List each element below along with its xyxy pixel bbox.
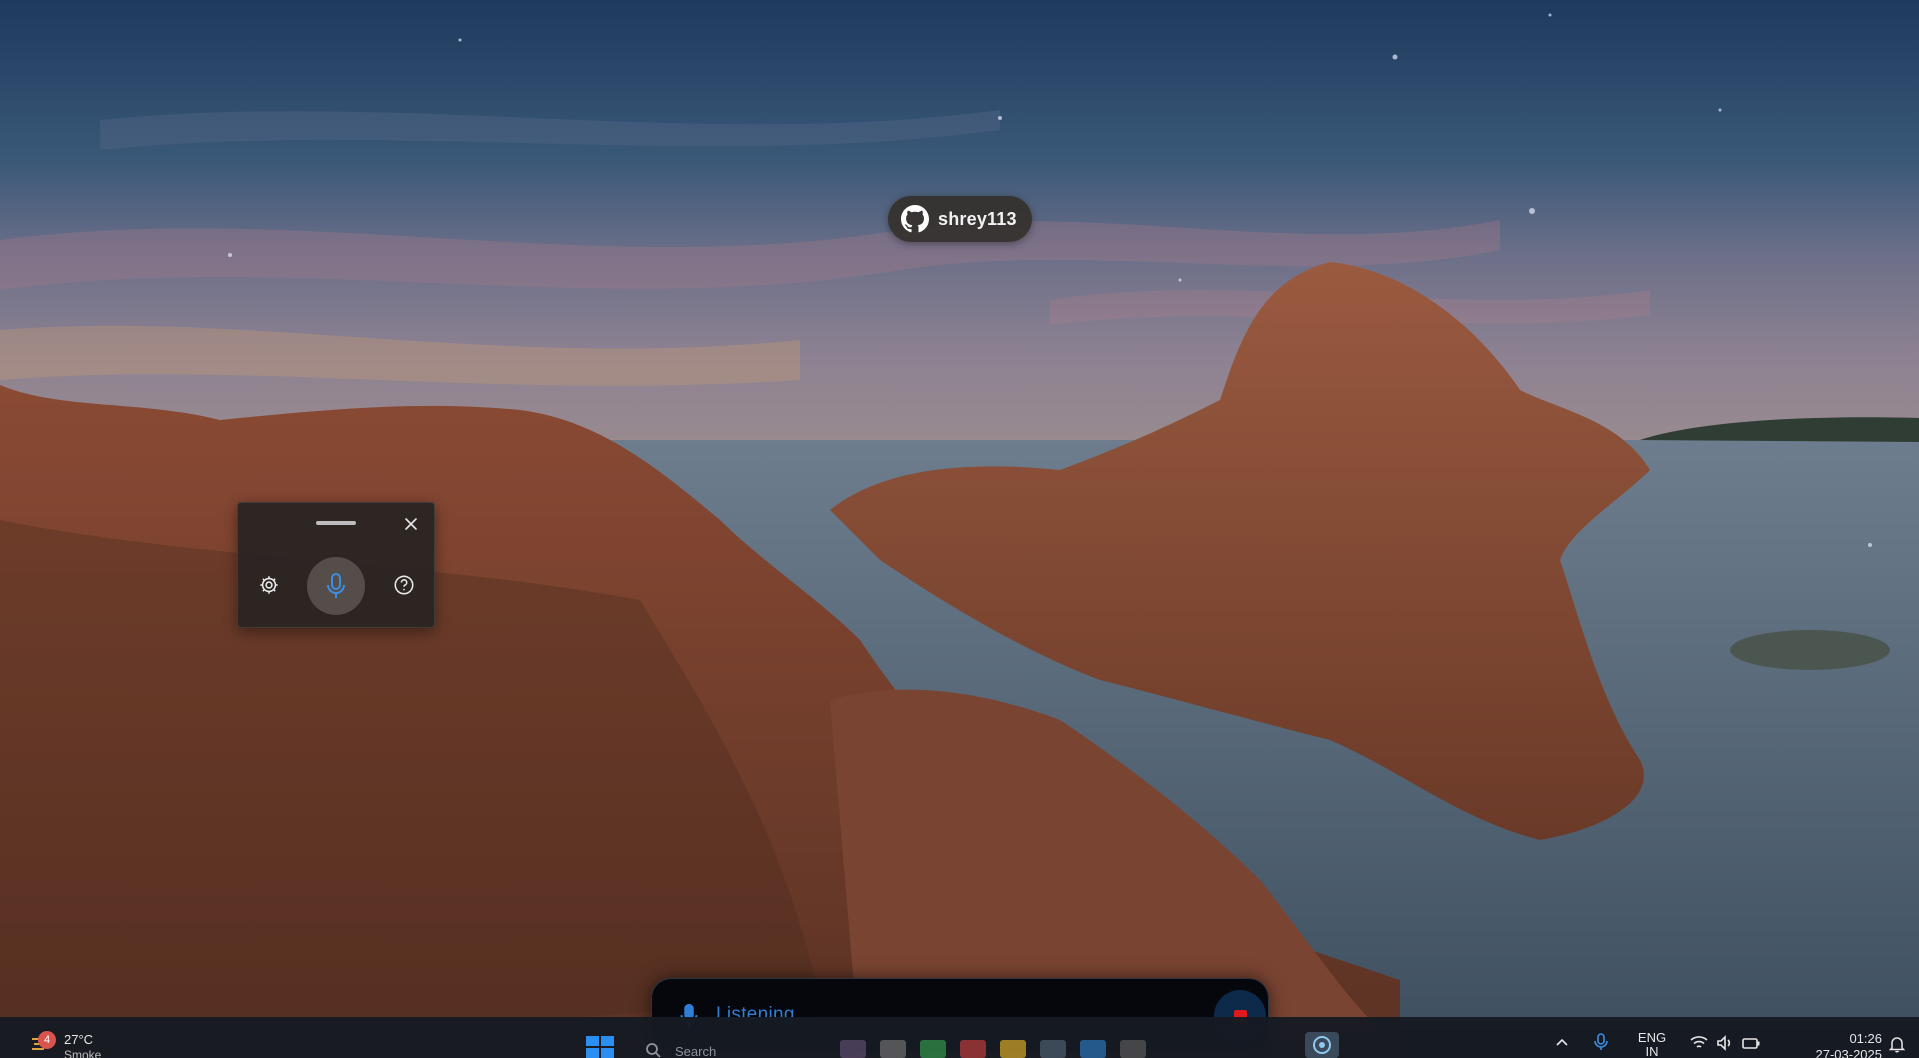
- volume-icon: [1717, 1035, 1731, 1051]
- taskbar-app-icon[interactable]: [1000, 1040, 1026, 1058]
- weather-widget[interactable]: 4 27°C Smoke: [24, 1020, 144, 1058]
- language-indicator[interactable]: ENG IN: [1632, 1031, 1672, 1058]
- microphone-button[interactable]: [307, 557, 365, 615]
- notification-bell-icon[interactable]: [1888, 1035, 1906, 1053]
- battery-icon: [1742, 1038, 1760, 1049]
- microphone-tray-icon[interactable]: [1593, 1033, 1609, 1051]
- taskbar-app-icon[interactable]: [1120, 1040, 1146, 1058]
- taskbar-apps: [840, 1040, 1146, 1058]
- taskbar-app-icon[interactable]: [960, 1040, 986, 1058]
- taskbar-search[interactable]: Search: [633, 1036, 833, 1058]
- chevron-up-icon[interactable]: [1555, 1035, 1569, 1049]
- taskbar-app-icon[interactable]: [880, 1040, 906, 1058]
- clock-date: 27-03-2025: [1815, 1047, 1883, 1058]
- app-icon: [1313, 1036, 1331, 1054]
- search-label: Search: [675, 1044, 717, 1058]
- weather-temperature: 27°C: [64, 1032, 94, 1047]
- help-button[interactable]: [389, 570, 419, 600]
- microphone-icon: [327, 573, 345, 598]
- quick-settings[interactable]: [1690, 1035, 1760, 1051]
- weather-alert-badge: 4: [38, 1031, 56, 1049]
- taskbar-app-icon[interactable]: [840, 1040, 866, 1058]
- search-icon: [646, 1043, 661, 1058]
- weather-condition: Smoke: [64, 1048, 102, 1058]
- taskbar-app-icon[interactable]: [920, 1040, 946, 1058]
- language-code: ENG: [1637, 1030, 1667, 1045]
- windows-start-icon[interactable]: [585, 1035, 615, 1058]
- close-icon: [405, 518, 417, 530]
- github-profile-badge[interactable]: shrey113: [888, 196, 1032, 242]
- clock[interactable]: 01:26 27-03-2025: [1782, 1031, 1883, 1058]
- wifi-icon: [1690, 1036, 1708, 1048]
- taskbar-active-app[interactable]: [1305, 1032, 1339, 1058]
- clock-time: 01:26: [1849, 1031, 1882, 1046]
- github-username: shrey113: [938, 208, 1017, 229]
- help-icon: [394, 575, 414, 595]
- drag-handle[interactable]: [316, 521, 356, 525]
- language-region: IN: [1645, 1044, 1659, 1058]
- gear-icon: [260, 576, 278, 594]
- taskbar-app-icon[interactable]: [1040, 1040, 1066, 1058]
- voice-assistant-widget: [237, 502, 435, 628]
- close-button[interactable]: [400, 513, 422, 535]
- taskbar-app-icon[interactable]: [1080, 1040, 1106, 1058]
- settings-button[interactable]: [254, 570, 284, 600]
- github-icon: [901, 205, 929, 233]
- system-tray: ENG IN 01:26 27-03-2025: [1550, 1017, 1919, 1058]
